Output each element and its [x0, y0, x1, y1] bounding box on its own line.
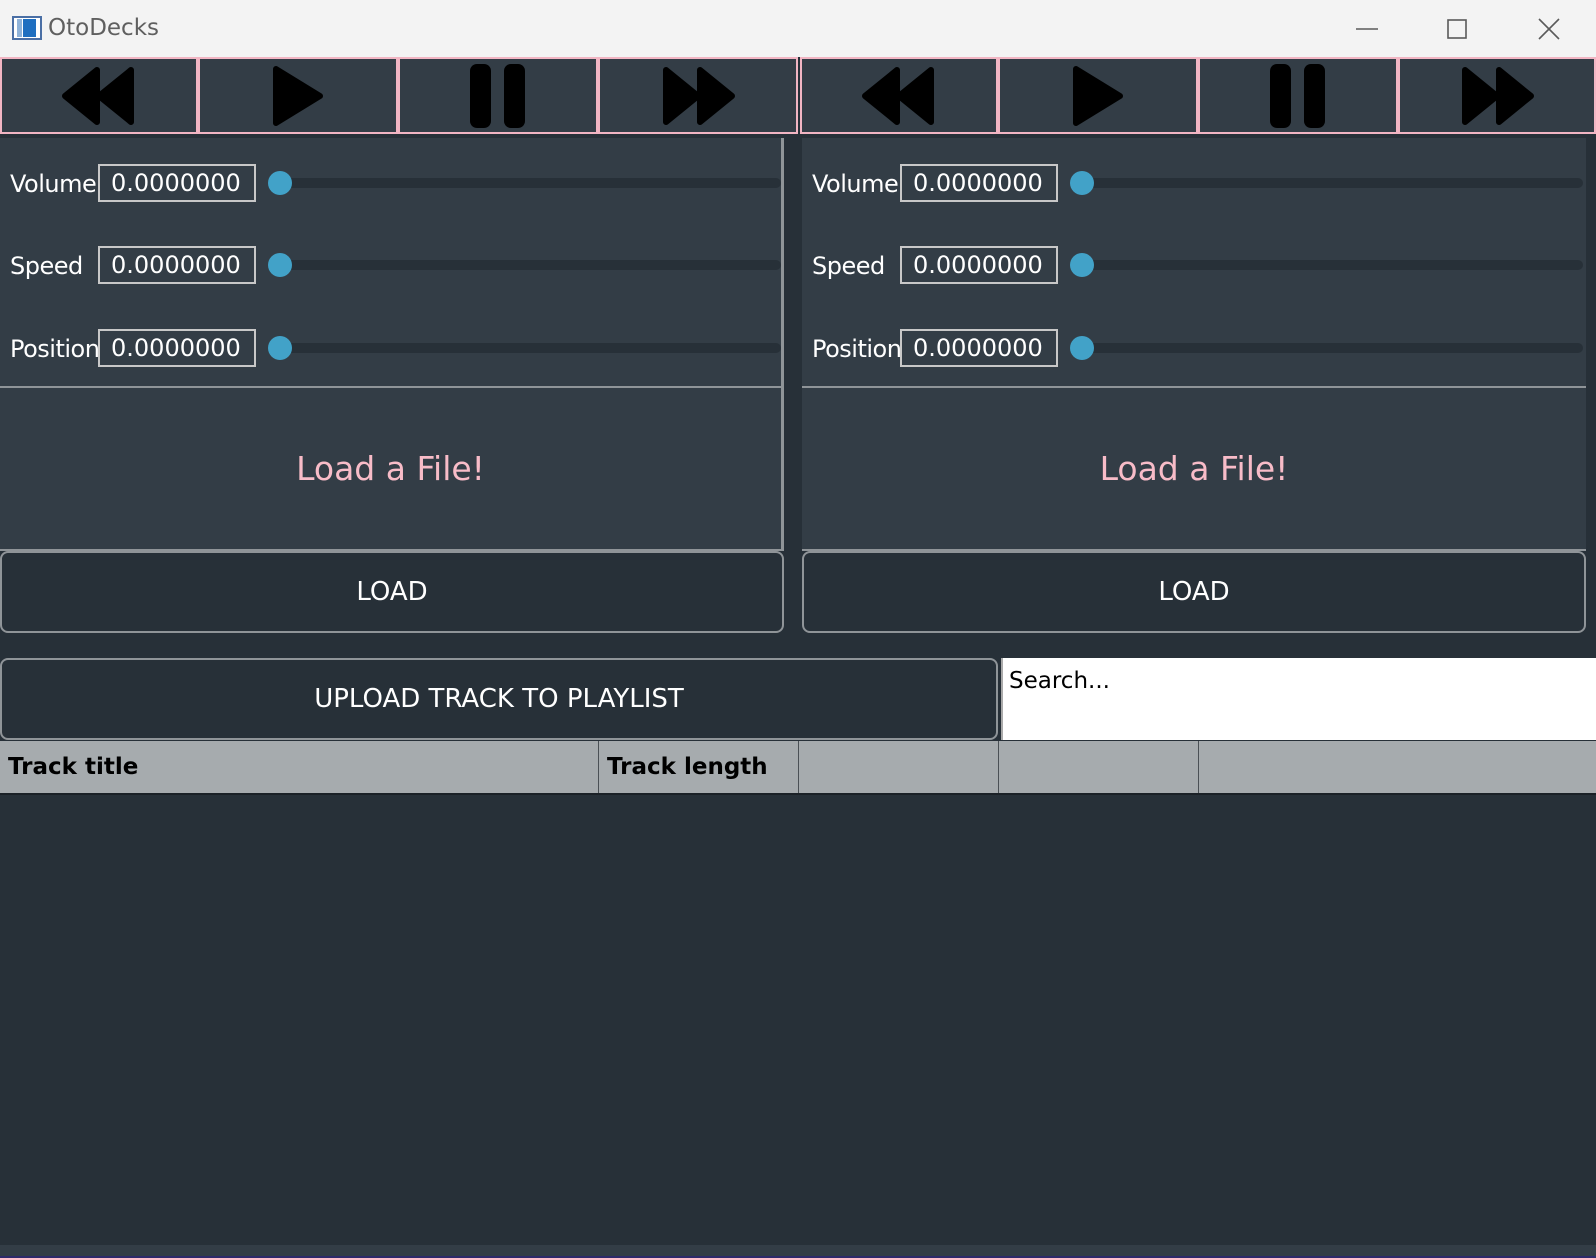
minimize-button[interactable] — [1332, 0, 1402, 57]
position-value-field[interactable]: 0.0000000 — [98, 329, 256, 367]
pause-icon — [470, 63, 525, 128]
app-window: OtoDecks Volume 0.0000000 Speed 0.000000… — [0, 0, 1596, 1258]
volume-label: Volume — [10, 170, 97, 198]
speed-value-field[interactable]: 0.0000000 — [98, 246, 256, 284]
deck2-pause-button[interactable] — [1198, 57, 1398, 134]
speed-slider[interactable] — [1070, 253, 1583, 277]
close-button[interactable] — [1514, 0, 1584, 57]
position-slider-row: Position 0.0000000 — [802, 327, 1586, 369]
deck1-sliders-panel: Volume 0.0000000 Speed 0.0000000 Positio… — [0, 138, 784, 386]
deck1-waveform-display: Load a File! — [0, 386, 784, 551]
volume-slider[interactable] — [1070, 171, 1583, 195]
position-slider[interactable] — [268, 336, 781, 360]
speed-slider-row: Speed 0.0000000 — [0, 244, 784, 286]
position-value-field[interactable]: 0.0000000 — [900, 329, 1058, 367]
deck2-load-button[interactable]: LOAD — [802, 551, 1586, 633]
play-icon — [273, 65, 323, 126]
volume-label: Volume — [812, 170, 899, 198]
deck2-rewind-button[interactable] — [800, 57, 998, 134]
position-slider-thumb[interactable] — [268, 336, 292, 360]
deck-2: Volume 0.0000000 Speed 0.0000000 Positio… — [802, 138, 1586, 648]
deck2-waveform-display: Load a File! — [802, 386, 1586, 551]
fast-forward-icon — [663, 66, 735, 125]
column-header-track-length[interactable]: Track length — [599, 741, 799, 793]
volume-slider-thumb[interactable] — [1070, 171, 1094, 195]
deck2-sliders-panel: Volume 0.0000000 Speed 0.0000000 Positio… — [802, 138, 1586, 386]
horizontal-scrollbar[interactable] — [0, 1245, 1596, 1258]
waveform-placeholder-text: Load a File! — [296, 449, 485, 488]
deck1-pause-button[interactable] — [398, 57, 598, 134]
position-slider-row: Position 0.0000000 — [0, 327, 784, 369]
transport-row — [0, 57, 1596, 138]
speed-slider[interactable] — [268, 253, 781, 277]
close-icon — [1538, 17, 1560, 40]
volume-slider-row: Volume 0.0000000 — [802, 162, 1586, 204]
window-title: OtoDecks — [48, 15, 160, 41]
maximize-button[interactable] — [1422, 0, 1492, 57]
title-bar: OtoDecks — [0, 0, 1596, 57]
waveform-placeholder-text: Load a File! — [1099, 449, 1289, 488]
speed-value-field[interactable]: 0.0000000 — [900, 246, 1058, 284]
search-input[interactable]: Search... — [1001, 658, 1596, 740]
deck-1: Volume 0.0000000 Speed 0.0000000 Positio… — [0, 138, 784, 648]
position-label: Position — [10, 335, 100, 363]
app-icon — [12, 16, 42, 40]
playlist-table-header: Track title Track length — [0, 741, 1596, 795]
volume-value-field[interactable]: 0.0000000 — [900, 164, 1058, 202]
rewind-icon — [62, 66, 134, 125]
volume-value-field[interactable]: 0.0000000 — [98, 164, 256, 202]
deck1-play-button[interactable] — [198, 57, 398, 134]
position-slider[interactable] — [1070, 336, 1583, 360]
rewind-icon — [862, 66, 934, 125]
position-slider-thumb[interactable] — [1070, 336, 1094, 360]
position-label: Position — [812, 335, 902, 363]
column-header-5[interactable] — [1199, 741, 1596, 793]
column-header-4[interactable] — [999, 741, 1199, 793]
deck2-fast-forward-button[interactable] — [1398, 57, 1596, 134]
speed-slider-thumb[interactable] — [1070, 253, 1094, 277]
play-icon — [1073, 65, 1123, 126]
deck1-load-button[interactable]: LOAD — [0, 551, 784, 633]
column-header-3[interactable] — [799, 741, 999, 793]
volume-slider-row: Volume 0.0000000 — [0, 162, 784, 204]
upload-track-button[interactable]: UPLOAD TRACK TO PLAYLIST — [0, 658, 998, 740]
playlist-table-body[interactable] — [0, 795, 1596, 1245]
speed-label: Speed — [812, 252, 885, 280]
deck1-rewind-button[interactable] — [0, 57, 198, 134]
pause-icon — [1270, 63, 1325, 128]
speed-slider-thumb[interactable] — [268, 253, 292, 277]
deck1-fast-forward-button[interactable] — [598, 57, 798, 134]
maximize-icon — [1447, 18, 1467, 39]
minimize-icon — [1356, 27, 1378, 30]
deck2-play-button[interactable] — [998, 57, 1198, 134]
volume-slider-thumb[interactable] — [268, 171, 292, 195]
volume-slider[interactable] — [268, 171, 781, 195]
fast-forward-icon — [1462, 66, 1534, 125]
column-header-track-title[interactable]: Track title — [0, 741, 599, 793]
speed-label: Speed — [10, 252, 83, 280]
speed-slider-row: Speed 0.0000000 — [802, 244, 1586, 286]
